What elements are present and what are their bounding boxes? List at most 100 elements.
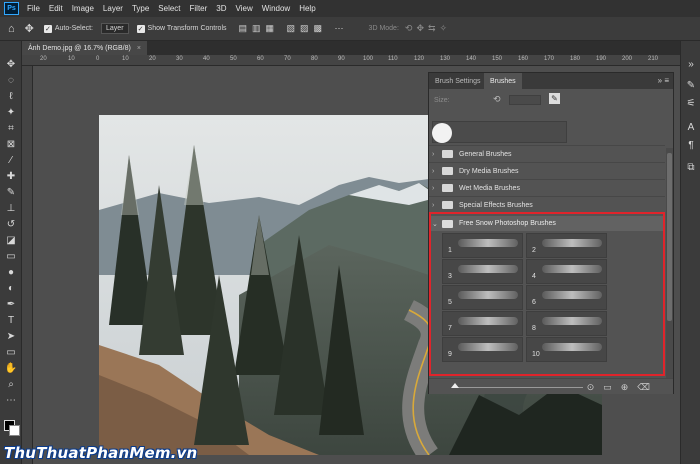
tab-brushes[interactable]: Brushes xyxy=(484,73,522,89)
ruler-tick: 140 xyxy=(466,56,477,62)
menu-layer[interactable]: Layer xyxy=(103,4,123,13)
path-select-icon[interactable]: ➤ xyxy=(3,330,19,344)
move-tool-icon[interactable]: ✥ xyxy=(25,22,34,35)
scrollbar-thumb[interactable] xyxy=(667,153,672,321)
move-icon[interactable]: ✥ xyxy=(3,58,19,72)
size-input[interactable] xyxy=(509,95,541,105)
menu-help[interactable]: Help xyxy=(299,4,315,13)
lasso-icon[interactable]: ℓ xyxy=(3,90,19,104)
eyedropper-icon[interactable]: ⁄ xyxy=(3,154,19,168)
chevron-right-icon: › xyxy=(432,167,435,175)
align-icons[interactable]: ▤▥▦ ▧▨▩ ⋯ xyxy=(239,23,349,34)
menu-filter[interactable]: Filter xyxy=(190,4,208,13)
ruler-tick: 30 xyxy=(176,56,183,62)
ruler-tick: 170 xyxy=(544,56,555,62)
menu-bar: Ps File Edit Image Layer Type Select Fil… xyxy=(0,0,700,17)
3d-mode-icons[interactable]: ⟲✥⇆✧ xyxy=(405,23,451,34)
ruler-tick: 100 xyxy=(363,56,374,62)
ruler-tick: 110 xyxy=(388,56,398,62)
stamp-icon[interactable]: ⊥ xyxy=(3,202,19,216)
show-transform-label: Show Transform Controls xyxy=(147,25,227,32)
hand-icon[interactable]: ✋ xyxy=(3,362,19,376)
folder-label: Special Effects Brushes xyxy=(459,201,533,209)
close-icon[interactable]: × xyxy=(137,45,141,52)
background-color-swatch[interactable] xyxy=(9,425,20,436)
brush-preview-toggle-icon[interactable]: ✎ xyxy=(549,93,560,104)
preview-size-slider[interactable] xyxy=(453,387,583,388)
eraser-icon[interactable]: ◪ xyxy=(3,234,19,248)
auto-select-dropdown[interactable]: Layer xyxy=(101,23,129,34)
panel-scrollbar[interactable] xyxy=(666,148,673,393)
rectangle-icon[interactable]: ▭ xyxy=(3,346,19,360)
ruler-tick: 130 xyxy=(440,56,451,62)
frame-icon[interactable]: ⊠ xyxy=(3,138,19,152)
folder-icon xyxy=(442,184,453,192)
history-brush-icon[interactable]: ↺ xyxy=(3,218,19,232)
slider-knob[interactable] xyxy=(451,383,459,388)
ruler-tick: 200 xyxy=(622,56,633,62)
blur-icon[interactable]: ● xyxy=(3,266,19,280)
home-icon[interactable]: ⌂ xyxy=(8,23,15,35)
ruler-tick: 150 xyxy=(492,56,503,62)
watermark-logo: ThuThuatPhanMem.vn xyxy=(4,444,198,462)
brush-icon[interactable]: ✎ xyxy=(3,186,19,200)
menu-file[interactable]: File xyxy=(27,4,40,13)
right-dock: » ✎ ⚟ A ¶ ⧉ xyxy=(680,41,700,464)
dock-expand-icon[interactable]: » xyxy=(684,58,698,72)
highlight-annotation xyxy=(429,212,665,376)
healing-icon[interactable]: ✚ xyxy=(3,170,19,184)
ruler-tick: 210 xyxy=(648,56,659,62)
folder-general-brushes[interactable]: › General Brushes xyxy=(429,145,665,162)
dodge-icon[interactable]: ◐ xyxy=(3,282,19,296)
ruler-tick: 60 xyxy=(257,56,264,62)
menu-window[interactable]: Window xyxy=(262,4,290,13)
folder-dry-media-brushes[interactable]: › Dry Media Brushes xyxy=(429,162,665,179)
layers-icon[interactable]: ⧉ xyxy=(684,161,698,175)
tab-brush-settings[interactable]: Brush Settings xyxy=(429,73,487,89)
photoshop-logo[interactable]: Ps xyxy=(4,2,19,15)
brush-settings-icon[interactable]: ✎ xyxy=(684,79,698,93)
brush-preview xyxy=(432,121,567,143)
ruler-tick: 20 xyxy=(149,56,156,62)
folder-special-effects-brushes[interactable]: › Special Effects Brushes xyxy=(429,196,665,213)
panel-menu-icon[interactable]: » ≡ xyxy=(658,76,669,85)
zoom-icon[interactable]: ⌕ xyxy=(3,378,19,392)
marquee-icon[interactable]: ◌ xyxy=(3,74,19,88)
ruler-tick: 10 xyxy=(68,56,75,62)
more-tools-icon[interactable]: ⋯ xyxy=(3,394,19,408)
mode-3d-label: 3D Mode: xyxy=(368,25,399,32)
reset-icon[interactable]: ⟲ xyxy=(493,94,501,105)
menu-type[interactable]: Type xyxy=(132,4,149,13)
chevron-right-icon: › xyxy=(432,150,435,158)
pen-icon[interactable]: ✒ xyxy=(3,298,19,312)
ruler-tick: 120 xyxy=(414,56,425,62)
folder-icon xyxy=(442,201,453,209)
ruler-tick: 20 xyxy=(40,56,47,62)
menu-edit[interactable]: Edit xyxy=(49,4,63,13)
footer-action-icons[interactable]: ⊙▭⊕⌫ xyxy=(587,382,659,393)
paragraph-panel-icon[interactable]: ¶ xyxy=(684,139,698,153)
panel-footer: ⊙▭⊕⌫ xyxy=(429,378,673,394)
character-panel-icon[interactable]: A xyxy=(684,121,698,135)
magic-wand-icon[interactable]: ✦ xyxy=(3,106,19,120)
chevron-right-icon: › xyxy=(432,201,435,209)
type-icon[interactable]: T xyxy=(3,314,19,328)
ruler-tick: 70 xyxy=(284,56,291,62)
menu-image[interactable]: Image xyxy=(72,4,94,13)
folder-wet-media-brushes[interactable]: › Wet Media Brushes xyxy=(429,179,665,196)
menu-select[interactable]: Select xyxy=(158,4,180,13)
chevron-right-icon: › xyxy=(432,184,435,192)
crop-icon[interactable]: ⌗ xyxy=(3,122,19,136)
auto-select-label: Auto-Select: xyxy=(54,25,94,32)
folder-icon xyxy=(442,167,453,175)
vertical-ruler xyxy=(22,66,33,464)
brushes-panel-icon[interactable]: ⚟ xyxy=(684,97,698,111)
gradient-icon[interactable]: ▭ xyxy=(3,250,19,264)
show-transform-checkbox[interactable]: ✓ xyxy=(136,24,145,33)
document-tab-bar: Ảnh Demo.jpg @ 16.7% (RGB/8) × xyxy=(22,41,680,55)
document-tab[interactable]: Ảnh Demo.jpg @ 16.7% (RGB/8) × xyxy=(22,41,147,55)
menu-view[interactable]: View xyxy=(236,4,253,13)
ruler-tick: 10 xyxy=(122,56,129,62)
menu-3d[interactable]: 3D xyxy=(216,4,226,13)
auto-select-checkbox[interactable]: ✓ xyxy=(43,24,52,33)
